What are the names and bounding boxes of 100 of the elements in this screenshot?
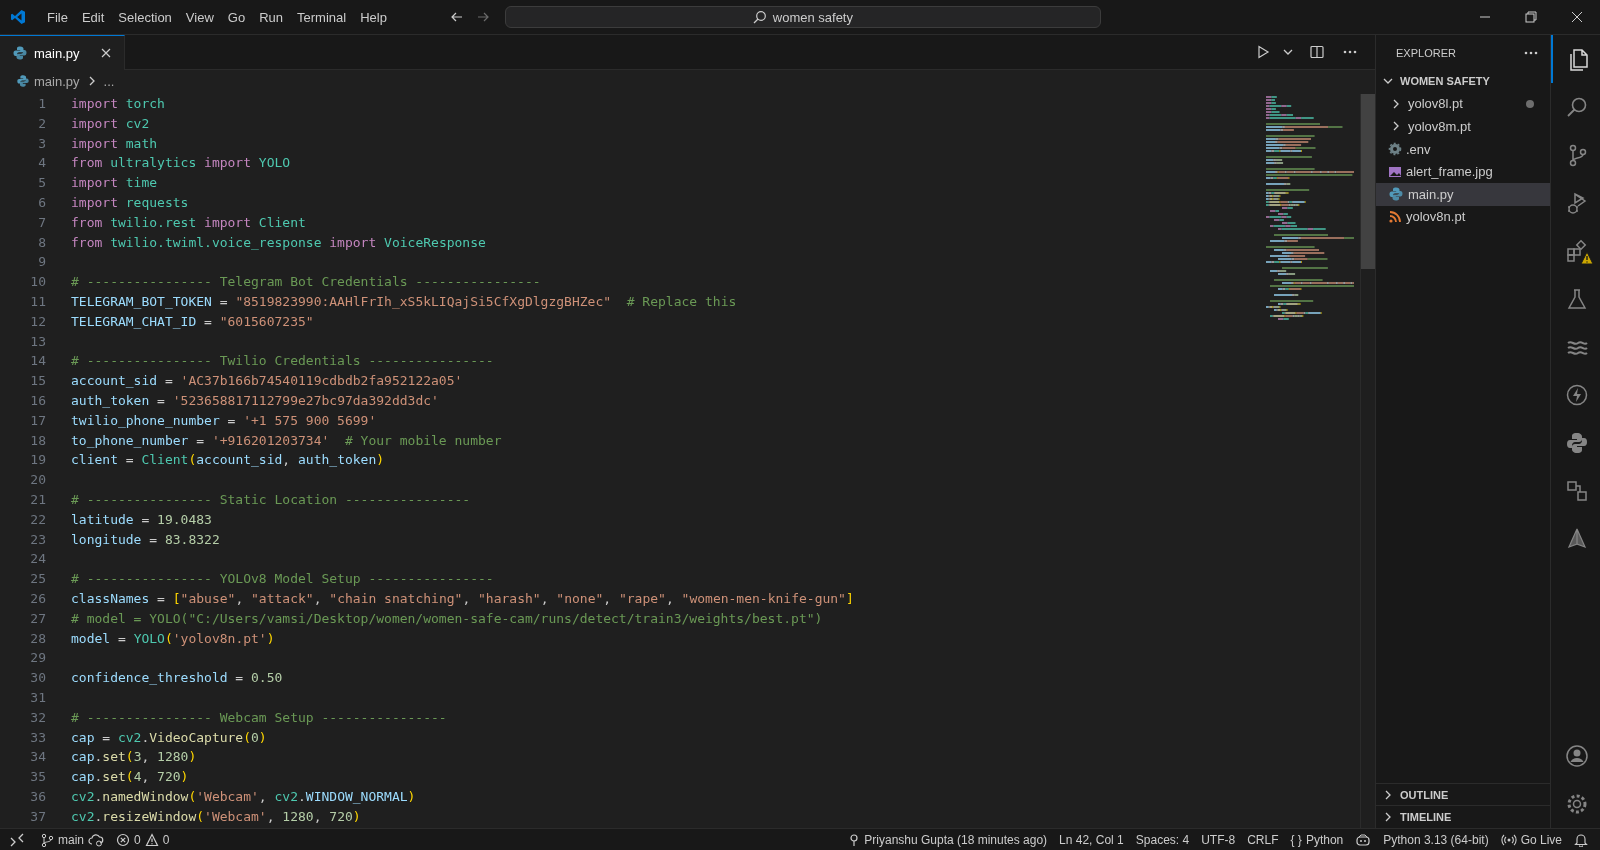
breadcrumb-item[interactable]: ... bbox=[103, 73, 115, 89]
warning-icon bbox=[144, 832, 159, 847]
line-number: 4 bbox=[37, 154, 46, 173]
code-line: import requests bbox=[71, 194, 189, 212]
code-line: import cv2 bbox=[71, 114, 150, 133]
language-status[interactable]: { } Python bbox=[1284, 829, 1350, 850]
line-number: 3 bbox=[37, 134, 46, 153]
line-number: 23 bbox=[29, 530, 46, 549]
code-line: TELEGRAM_BOT_TOKEN = "8519823990:AAHlFrIh_xS5kLIQajSi5CfXgDlgzgBHZec" # Replace this bbox=[71, 292, 737, 311]
file-tree-item[interactable]: yolov8n.pt bbox=[1376, 205, 1550, 229]
line-number: 22 bbox=[29, 510, 46, 529]
file-tree-item[interactable]: main.py bbox=[1376, 182, 1550, 206]
more-icon bbox=[1343, 50, 1357, 54]
line-number: 20 bbox=[29, 471, 46, 490]
menu-item[interactable]: Run bbox=[252, 6, 290, 28]
problems-status[interactable]: 0 0 bbox=[110, 829, 176, 850]
code-line: TELEGRAM_CHAT_ID = "6015607235" bbox=[71, 312, 314, 331]
line-number: 7 bbox=[37, 213, 46, 232]
line-number: 24 bbox=[29, 550, 46, 569]
code-line: # ---------------- Webcam Setup ---------------- bbox=[71, 708, 447, 727]
line-number: 28 bbox=[29, 629, 46, 648]
feed-icon bbox=[1388, 209, 1402, 224]
code-line: cv2.namedWindow('Webcam', cv2.WINDOW_NORMAL) bbox=[71, 787, 416, 806]
line-number: 35 bbox=[29, 768, 46, 787]
line-number: 11 bbox=[29, 292, 46, 311]
line-number: 2 bbox=[37, 114, 46, 133]
folder-header[interactable]: WOMEN SAFETY bbox=[1376, 70, 1550, 93]
line-number: 37 bbox=[29, 807, 46, 826]
code-line: # ---------------- YOLOv8 Model Setup ---------------- bbox=[71, 570, 494, 589]
line-number: 13 bbox=[29, 332, 46, 351]
code-line: cap.set(3, 1280) bbox=[71, 748, 197, 767]
blame-status[interactable]: Priyanshu Gupta (18 minutes ago) bbox=[842, 829, 1054, 850]
line-number: 18 bbox=[29, 431, 46, 450]
breadcrumb-item[interactable]: main.py bbox=[34, 73, 80, 89]
code-line: from twilio.twiml.voice_response import VoiceResponse bbox=[71, 233, 486, 252]
remote-icon bbox=[10, 832, 24, 847]
minimap-drawing[interactable] bbox=[1264, 94, 1356, 321]
line-number: 27 bbox=[29, 609, 46, 628]
line-number: 14 bbox=[29, 352, 46, 371]
restore-icon bbox=[1525, 11, 1537, 23]
code-line: client = Client(account_sid, auth_token) bbox=[71, 451, 385, 470]
branch-status[interactable]: main bbox=[34, 829, 110, 850]
code-line: # ---------------- Static Location ---------------- bbox=[71, 490, 471, 509]
close-icon bbox=[1571, 11, 1583, 23]
python-file-icon bbox=[16, 74, 30, 88]
line-number: 36 bbox=[29, 787, 46, 806]
editor-tab[interactable]: main.py bbox=[0, 35, 125, 70]
search-field[interactable]: women safety bbox=[504, 6, 1101, 28]
encoding-status[interactable]: UTF-8 bbox=[1195, 829, 1242, 850]
gear-icon bbox=[1388, 142, 1402, 157]
code-line: twilio_phone_number = '+1 575 900 5699' bbox=[71, 411, 377, 430]
cursor-position[interactable]: Ln 42, Col 1 bbox=[1053, 829, 1130, 850]
go-live-button[interactable]: Go Live bbox=[1494, 829, 1568, 850]
commit-icon bbox=[848, 832, 861, 847]
bell-icon bbox=[1574, 832, 1588, 847]
menu-item[interactable]: Terminal bbox=[290, 6, 354, 28]
menu-item[interactable]: Edit bbox=[74, 6, 112, 28]
menu-item[interactable]: Selection bbox=[111, 6, 179, 28]
caret-icon bbox=[1283, 49, 1293, 55]
code-logo-icon bbox=[10, 9, 26, 25]
line-number: 10 bbox=[29, 273, 46, 292]
code-line: latitude = 19.0483 bbox=[71, 510, 212, 529]
panel-title: EXPLORER bbox=[1396, 46, 1457, 59]
linked-squares-icon bbox=[1564, 479, 1589, 503]
python-file-icon bbox=[12, 45, 28, 61]
cloud-sync-icon bbox=[88, 832, 104, 847]
file-tree-item[interactable]: yolov8l.pt bbox=[1376, 92, 1550, 116]
file-tree-item[interactable]: .env bbox=[1376, 137, 1550, 161]
python-file-icon bbox=[1388, 186, 1404, 203]
code-line: cap.set(4, 720) bbox=[71, 768, 189, 787]
code-line: auth_token = '523658817112799e27bc97da392dd3dc' bbox=[71, 391, 439, 410]
line-number: 9 bbox=[37, 253, 46, 272]
line-number: 25 bbox=[29, 570, 46, 589]
menu-item[interactable]: Go bbox=[220, 6, 253, 28]
indentation-status[interactable]: Spaces: 4 bbox=[1129, 829, 1196, 850]
chevron-right-icon bbox=[88, 76, 95, 86]
code-line: cv2.resizeWindow('Webcam', 1280, 720) bbox=[71, 807, 361, 826]
interpreter-status[interactable]: Python 3.13 (64-bit) bbox=[1377, 829, 1495, 850]
run-icon bbox=[1255, 44, 1271, 60]
line-number: 17 bbox=[29, 411, 46, 430]
blocks-icon bbox=[1564, 239, 1589, 263]
error-icon bbox=[116, 832, 130, 847]
line-ending-status[interactable]: CRLF bbox=[1241, 829, 1285, 850]
code-line: import math bbox=[71, 134, 158, 153]
file-tree-item[interactable]: yolov8m.pt bbox=[1376, 115, 1550, 138]
branch-icon bbox=[40, 832, 54, 847]
line-number: 21 bbox=[29, 490, 46, 509]
code-line: account_sid = 'AC37b166b74540119cdbdb2fa952122a05' bbox=[71, 372, 463, 391]
line-number: 16 bbox=[29, 391, 46, 410]
menu-item[interactable]: Help bbox=[353, 6, 394, 28]
menu-item[interactable]: File bbox=[40, 6, 75, 28]
file-tree-item[interactable]: alert_frame.jpg bbox=[1376, 160, 1550, 183]
menu-item[interactable]: View bbox=[178, 6, 221, 28]
code-line: from twilio.rest import Client bbox=[71, 213, 306, 232]
line-number: 33 bbox=[29, 728, 46, 747]
code-line: model = YOLO('yolov8n.pt') bbox=[71, 629, 275, 648]
scrollbar-thumb[interactable] bbox=[1361, 94, 1375, 269]
line-number: 30 bbox=[29, 669, 46, 688]
code-line: import time bbox=[71, 174, 158, 193]
account-icon bbox=[1564, 744, 1589, 768]
